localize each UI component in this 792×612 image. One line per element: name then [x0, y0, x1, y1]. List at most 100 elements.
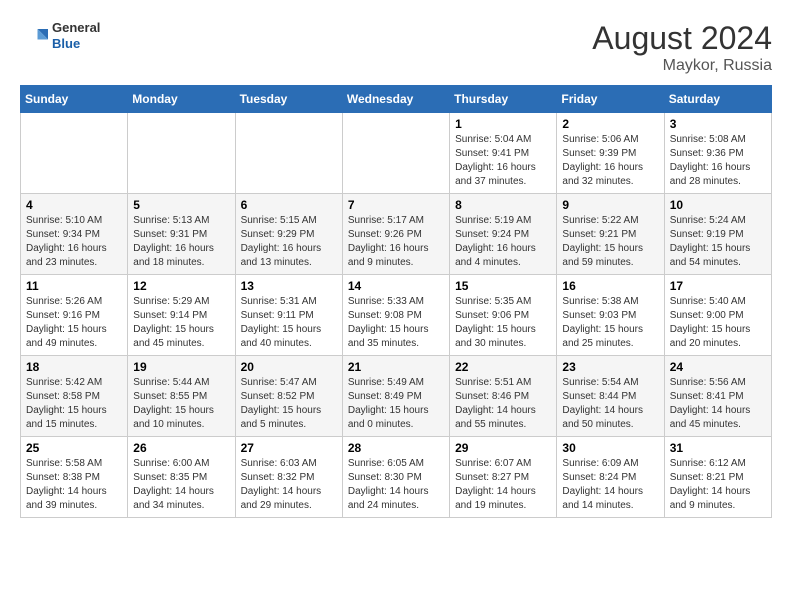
day-number: 18	[26, 360, 122, 374]
day-number: 28	[348, 441, 444, 455]
day-number: 15	[455, 279, 551, 293]
calendar-cell-3-4: 22 Sunrise: 5:51 AM Sunset: 8:46 PM Dayli…	[450, 356, 557, 437]
month-year-title: August 2024	[592, 20, 772, 57]
calendar-cell-1-1: 5 Sunrise: 5:13 AM Sunset: 9:31 PM Daylig…	[128, 194, 235, 275]
cell-info: Sunrise: 5:38 AM Sunset: 9:03 PM Dayligh…	[562, 295, 658, 351]
cell-info: Sunrise: 6:12 AM Sunset: 8:21 PM Dayligh…	[670, 457, 766, 513]
calendar-cell-0-1	[128, 113, 235, 194]
calendar-cell-0-2	[235, 113, 342, 194]
calendar-cell-4-6: 31 Sunrise: 6:12 AM Sunset: 8:21 PM Dayli…	[664, 437, 771, 518]
calendar-cell-0-5: 2 Sunrise: 5:06 AM Sunset: 9:39 PM Daylig…	[557, 113, 664, 194]
cell-info: Sunrise: 5:13 AM Sunset: 9:31 PM Dayligh…	[133, 214, 229, 270]
day-number: 7	[348, 198, 444, 212]
title-block: August 2024 Maykor, Russia	[592, 20, 772, 75]
day-number: 26	[133, 441, 229, 455]
calendar-cell-2-3: 14Sunrise: 5:33 AM Sunset: 9:08 PM Dayli…	[342, 275, 449, 356]
cell-info: Sunrise: 6:09 AM Sunset: 8:24 PM Dayligh…	[562, 457, 658, 513]
calendar-cell-1-2: 6 Sunrise: 5:15 AM Sunset: 9:29 PM Daylig…	[235, 194, 342, 275]
cell-info: Sunrise: 5:40 AM Sunset: 9:00 PM Dayligh…	[670, 295, 766, 351]
day-number: 5	[133, 198, 229, 212]
cell-info: Sunrise: 5:31 AM Sunset: 9:11 PM Dayligh…	[241, 295, 337, 351]
day-number: 2	[562, 117, 658, 131]
day-number: 24	[670, 360, 766, 374]
day-number: 4	[26, 198, 122, 212]
weekday-header-wednesday: Wednesday	[342, 86, 449, 113]
day-number: 31	[670, 441, 766, 455]
calendar-cell-4-0: 25 Sunrise: 5:58 AM Sunset: 8:38 PM Dayli…	[21, 437, 128, 518]
calendar-cell-0-0	[21, 113, 128, 194]
page-header: General Blue August 2024 Maykor, Russia	[20, 20, 772, 75]
day-number: 20	[241, 360, 337, 374]
day-number: 11	[26, 279, 122, 293]
calendar-cell-2-6: 17 Sunrise: 5:40 AM Sunset: 9:00 PM Dayli…	[664, 275, 771, 356]
calendar-week-1: 4Sunrise: 5:10 AM Sunset: 9:34 PM Daylig…	[21, 194, 772, 275]
day-number: 25	[26, 441, 122, 455]
cell-info: Sunrise: 5:58 AM Sunset: 8:38 PM Dayligh…	[26, 457, 122, 513]
weekday-header-friday: Friday	[557, 86, 664, 113]
day-number: 10	[670, 198, 766, 212]
calendar-cell-3-1: 19Sunrise: 5:44 AM Sunset: 8:55 PM Dayli…	[128, 356, 235, 437]
calendar-cell-1-5: 9Sunrise: 5:22 AM Sunset: 9:21 PM Daylig…	[557, 194, 664, 275]
cell-info: Sunrise: 5:06 AM Sunset: 9:39 PM Dayligh…	[562, 133, 658, 189]
calendar-week-2: 11 Sunrise: 5:26 AM Sunset: 9:16 PM Dayli…	[21, 275, 772, 356]
cell-info: Sunrise: 5:54 AM Sunset: 8:44 PM Dayligh…	[562, 376, 658, 432]
day-number: 8	[455, 198, 551, 212]
cell-info: Sunrise: 5:15 AM Sunset: 9:29 PM Dayligh…	[241, 214, 337, 270]
cell-info: Sunrise: 5:17 AM Sunset: 9:26 PM Dayligh…	[348, 214, 444, 270]
calendar-cell-1-4: 8Sunrise: 5:19 AM Sunset: 9:24 PM Daylig…	[450, 194, 557, 275]
calendar-cell-2-4: 15 Sunrise: 5:35 AM Sunset: 9:06 PM Dayli…	[450, 275, 557, 356]
weekday-header-tuesday: Tuesday	[235, 86, 342, 113]
calendar-cell-3-2: 20 Sunrise: 5:47 AM Sunset: 8:52 PM Dayli…	[235, 356, 342, 437]
weekday-header-monday: Monday	[128, 86, 235, 113]
day-number: 29	[455, 441, 551, 455]
weekday-header-saturday: Saturday	[664, 86, 771, 113]
cell-info: Sunrise: 5:49 AM Sunset: 8:49 PM Dayligh…	[348, 376, 444, 432]
cell-info: Sunrise: 5:26 AM Sunset: 9:16 PM Dayligh…	[26, 295, 122, 351]
calendar-table: SundayMondayTuesdayWednesdayThursdayFrid…	[20, 85, 772, 518]
calendar-cell-3-0: 18 Sunrise: 5:42 AM Sunset: 8:58 PM Dayli…	[21, 356, 128, 437]
calendar-week-4: 25 Sunrise: 5:58 AM Sunset: 8:38 PM Dayli…	[21, 437, 772, 518]
logo-blue: Blue	[52, 36, 100, 52]
day-number: 17	[670, 279, 766, 293]
cell-info: Sunrise: 5:42 AM Sunset: 8:58 PM Dayligh…	[26, 376, 122, 432]
cell-info: Sunrise: 6:03 AM Sunset: 8:32 PM Dayligh…	[241, 457, 337, 513]
day-number: 1	[455, 117, 551, 131]
calendar-week-0: 1 Sunrise: 5:04 AM Sunset: 9:41 PM Daylig…	[21, 113, 772, 194]
weekday-header-sunday: Sunday	[21, 86, 128, 113]
calendar-cell-1-0: 4Sunrise: 5:10 AM Sunset: 9:34 PM Daylig…	[21, 194, 128, 275]
day-number: 19	[133, 360, 229, 374]
day-number: 16	[562, 279, 658, 293]
cell-info: Sunrise: 5:51 AM Sunset: 8:46 PM Dayligh…	[455, 376, 551, 432]
calendar-cell-4-3: 28 Sunrise: 6:05 AM Sunset: 8:30 PM Dayli…	[342, 437, 449, 518]
cell-info: Sunrise: 5:24 AM Sunset: 9:19 PM Dayligh…	[670, 214, 766, 270]
cell-info: Sunrise: 6:05 AM Sunset: 8:30 PM Dayligh…	[348, 457, 444, 513]
weekday-header-thursday: Thursday	[450, 86, 557, 113]
calendar-cell-2-0: 11 Sunrise: 5:26 AM Sunset: 9:16 PM Dayli…	[21, 275, 128, 356]
calendar-cell-1-3: 7 Sunrise: 5:17 AM Sunset: 9:26 PM Daylig…	[342, 194, 449, 275]
day-number: 21	[348, 360, 444, 374]
cell-info: Sunrise: 5:35 AM Sunset: 9:06 PM Dayligh…	[455, 295, 551, 351]
cell-info: Sunrise: 5:04 AM Sunset: 9:41 PM Dayligh…	[455, 133, 551, 189]
day-number: 14	[348, 279, 444, 293]
location-subtitle: Maykor, Russia	[592, 57, 772, 75]
day-number: 6	[241, 198, 337, 212]
calendar-cell-0-6: 3 Sunrise: 5:08 AM Sunset: 9:36 PM Daylig…	[664, 113, 771, 194]
day-number: 27	[241, 441, 337, 455]
day-number: 3	[670, 117, 766, 131]
calendar-cell-4-1: 26 Sunrise: 6:00 AM Sunset: 8:35 PM Dayli…	[128, 437, 235, 518]
calendar-cell-3-3: 21 Sunrise: 5:49 AM Sunset: 8:49 PM Dayli…	[342, 356, 449, 437]
cell-info: Sunrise: 5:08 AM Sunset: 9:36 PM Dayligh…	[670, 133, 766, 189]
calendar-cell-2-5: 16 Sunrise: 5:38 AM Sunset: 9:03 PM Dayli…	[557, 275, 664, 356]
calendar-cell-3-5: 23Sunrise: 5:54 AM Sunset: 8:44 PM Dayli…	[557, 356, 664, 437]
day-number: 12	[133, 279, 229, 293]
day-number: 30	[562, 441, 658, 455]
day-number: 13	[241, 279, 337, 293]
cell-info: Sunrise: 6:00 AM Sunset: 8:35 PM Dayligh…	[133, 457, 229, 513]
calendar-cell-0-4: 1 Sunrise: 5:04 AM Sunset: 9:41 PM Daylig…	[450, 113, 557, 194]
day-number: 22	[455, 360, 551, 374]
cell-info: Sunrise: 5:47 AM Sunset: 8:52 PM Dayligh…	[241, 376, 337, 432]
calendar-cell-4-5: 30 Sunrise: 6:09 AM Sunset: 8:24 PM Dayli…	[557, 437, 664, 518]
calendar-cell-4-2: 27 Sunrise: 6:03 AM Sunset: 8:32 PM Dayli…	[235, 437, 342, 518]
calendar-cell-2-1: 12Sunrise: 5:29 AM Sunset: 9:14 PM Dayli…	[128, 275, 235, 356]
logo-text: General Blue	[52, 20, 100, 51]
